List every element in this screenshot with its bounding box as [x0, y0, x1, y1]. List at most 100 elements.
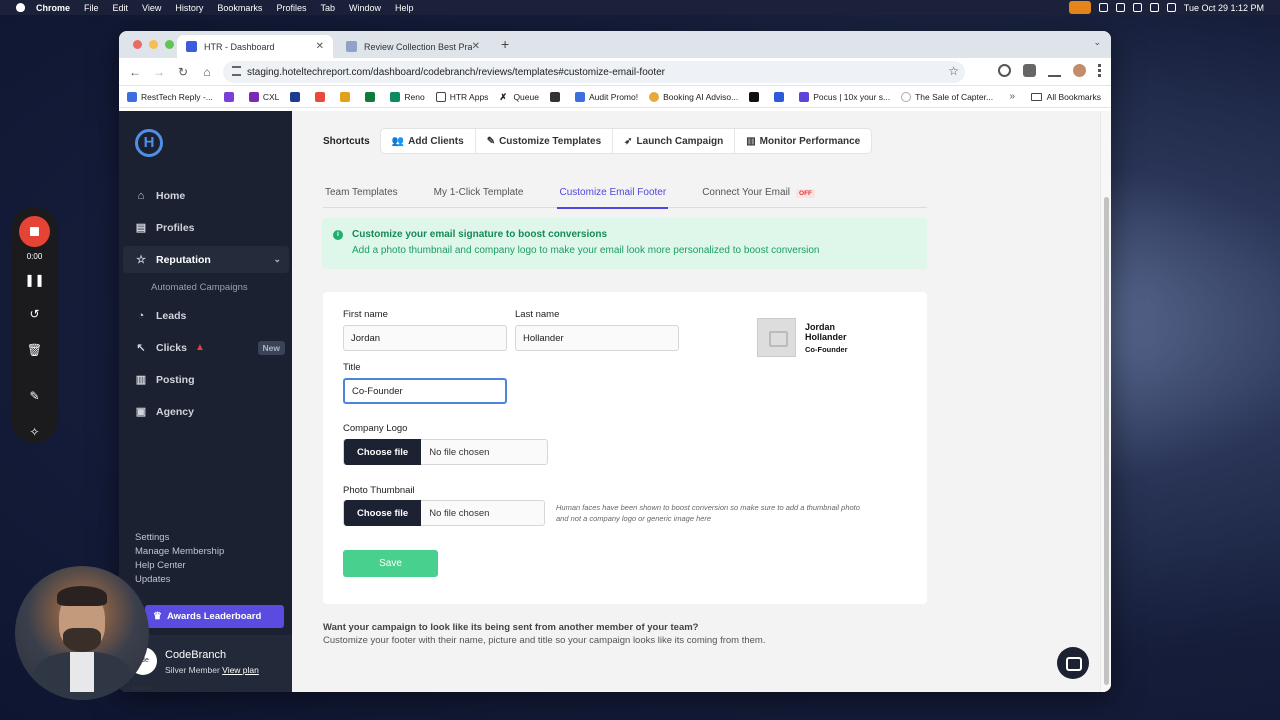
bookmark-item[interactable]: Reno: [390, 91, 425, 102]
draw-icon[interactable]: ✎: [11, 389, 58, 403]
choose-file-button[interactable]: Choose file: [344, 439, 422, 465]
menu-view[interactable]: View: [142, 3, 161, 13]
menu-clock[interactable]: Tue Oct 29 1:12 PM: [1184, 3, 1264, 13]
sidebar-item-profiles[interactable]: ▤ Profiles: [123, 214, 289, 241]
all-bookmarks-button[interactable]: All Bookmarks: [1030, 92, 1101, 102]
help-center-link[interactable]: Help Center: [135, 559, 224, 573]
more-bookmarks-icon[interactable]: »: [1009, 91, 1015, 102]
delete-icon[interactable]: 🗑: [11, 343, 58, 357]
bookmark-star-icon[interactable]: ☆: [948, 64, 959, 78]
bookmark-item[interactable]: [290, 91, 304, 102]
bookmark-item[interactable]: Audit Promo!: [574, 91, 638, 102]
sidebar-item-home[interactable]: ⌂ Home: [123, 182, 289, 209]
download-icon[interactable]: [1048, 64, 1061, 77]
reload-icon[interactable]: ↻: [171, 65, 195, 79]
menu-profiles[interactable]: Profiles: [276, 3, 306, 13]
menu-app[interactable]: Chrome: [36, 3, 70, 13]
sidebar-item-agency[interactable]: ▣ Agency: [123, 398, 289, 425]
view-plan-link[interactable]: View plan: [222, 665, 259, 675]
bookmark-item[interactable]: Booking AI Adviso...: [649, 91, 738, 102]
company-logo-file-input[interactable]: Choose file No file chosen: [343, 439, 548, 465]
bookmark-item[interactable]: RestTech Reply -...: [127, 91, 213, 102]
bookmark-item[interactable]: The Sale of Capter...: [901, 91, 993, 102]
home-icon[interactable]: ⌂: [195, 65, 219, 79]
close-window-button[interactable]: [133, 40, 142, 49]
minimize-window-button[interactable]: [149, 40, 158, 49]
tab-team-templates[interactable]: Team Templates: [323, 184, 400, 208]
launch-campaign-button[interactable]: ➶ Launch Campaign: [613, 129, 736, 153]
bookmark-item[interactable]: [223, 91, 238, 102]
scrollbar[interactable]: [1100, 111, 1111, 692]
htr-logo[interactable]: H: [135, 129, 163, 157]
settings-link[interactable]: Settings: [135, 531, 224, 545]
search-icon[interactable]: [1166, 3, 1176, 12]
effects-icon[interactable]: ✧: [11, 425, 58, 439]
menu-history[interactable]: History: [175, 3, 203, 13]
bookmark-item[interactable]: HTR Apps: [435, 91, 488, 102]
menu-bookmarks[interactable]: Bookmarks: [217, 3, 262, 13]
tab-search-chevron-icon[interactable]: ⌄: [1093, 37, 1101, 48]
sidebar-item-leads[interactable]: ◔ Leads: [123, 302, 289, 329]
profile-avatar[interactable]: [1073, 64, 1086, 77]
bookmark-item[interactable]: [340, 91, 354, 102]
browser-tab[interactable]: Review Collection Best Practi ✕: [337, 35, 489, 58]
status-icon[interactable]: [1098, 3, 1108, 12]
menu-edit[interactable]: Edit: [113, 3, 129, 13]
apple-icon[interactable]: [16, 3, 25, 12]
title-input[interactable]: Co-Founder: [343, 378, 507, 404]
bookmark-item[interactable]: [365, 91, 379, 102]
choose-file-button[interactable]: Choose file: [344, 500, 422, 526]
browser-tab-active[interactable]: HTR - Dashboard ✕: [177, 35, 333, 58]
wifi-icon[interactable]: [1149, 3, 1159, 12]
close-tab-icon[interactable]: ✕: [472, 41, 480, 52]
status-icon[interactable]: [1132, 3, 1142, 12]
monitor-performance-button[interactable]: ▥ Monitor Performance: [735, 129, 871, 153]
scrollbar-thumb[interactable]: [1104, 197, 1109, 685]
kebab-menu-icon[interactable]: [1098, 64, 1101, 77]
address-bar[interactable]: staging.hoteltechreport.com/dashboard/co…: [223, 61, 965, 83]
menu-help[interactable]: Help: [395, 3, 414, 13]
sidebar-item-reputation[interactable]: ☆ Reputation ⌄: [123, 246, 289, 273]
photo-thumbnail-file-input[interactable]: Choose file No file chosen: [343, 500, 545, 526]
mic-recording-icon[interactable]: [1068, 1, 1091, 14]
bookmark-item[interactable]: [315, 91, 329, 102]
sidebar-item-clicks[interactable]: ↖ Clicks ▲ New: [123, 334, 289, 361]
status-icon[interactable]: [1115, 3, 1125, 12]
awards-leaderboard-button[interactable]: ♛ Awards Leaderboard: [145, 605, 284, 628]
restart-icon[interactable]: ↺: [11, 307, 58, 321]
webcam-bubble[interactable]: [15, 566, 149, 700]
site-settings-icon[interactable]: [232, 66, 241, 76]
back-icon[interactable]: ←: [123, 65, 147, 79]
extension-icon[interactable]: [998, 64, 1011, 77]
customize-templates-button[interactable]: ✎ Customize Templates: [476, 129, 614, 153]
manage-membership-link[interactable]: Manage Membership: [135, 545, 224, 559]
bookmark-item[interactable]: Pocus | 10x your s...: [799, 91, 890, 102]
menu-tab[interactable]: Tab: [320, 3, 335, 13]
extensions-puzzle-icon[interactable]: [1023, 64, 1036, 77]
tab-connect-your-email[interactable]: Connect Your Email OFF: [700, 184, 817, 208]
new-tab-icon[interactable]: +: [501, 36, 509, 52]
save-button[interactable]: Save: [343, 550, 438, 577]
bookmark-item[interactable]: [749, 91, 763, 102]
sidebar-item-posting[interactable]: ▥ Posting: [123, 366, 289, 393]
first-name-input[interactable]: Jordan: [343, 325, 507, 351]
bookmark-item[interactable]: ✗ Queue: [499, 92, 539, 102]
menu-window[interactable]: Window: [349, 3, 381, 13]
sidebar-subitem-automated-campaigns[interactable]: Automated Campaigns: [151, 282, 248, 293]
stop-recording-button[interactable]: [19, 216, 50, 247]
chat-widget-icon[interactable]: [1057, 647, 1089, 679]
browser-window: HTR - Dashboard ✕ Review Collection Best…: [119, 31, 1111, 692]
add-clients-button[interactable]: 👥 Add Clients: [381, 129, 476, 153]
close-tab-icon[interactable]: ✕: [316, 41, 324, 52]
bookmark-item[interactable]: [549, 91, 564, 102]
menu-file[interactable]: File: [84, 3, 99, 13]
tab-customize-email-footer[interactable]: Customize Email Footer: [557, 184, 668, 209]
zoom-window-button[interactable]: [165, 40, 174, 49]
pause-icon[interactable]: ❚❚: [11, 273, 58, 287]
updates-link[interactable]: Updates: [135, 573, 224, 587]
forward-icon[interactable]: →: [147, 65, 171, 79]
last-name-input[interactable]: Hollander: [515, 325, 679, 351]
bookmark-item[interactable]: CXL: [248, 91, 279, 102]
tab-1-click-template[interactable]: My 1-Click Template: [432, 184, 526, 208]
bookmark-item[interactable]: [774, 91, 788, 102]
